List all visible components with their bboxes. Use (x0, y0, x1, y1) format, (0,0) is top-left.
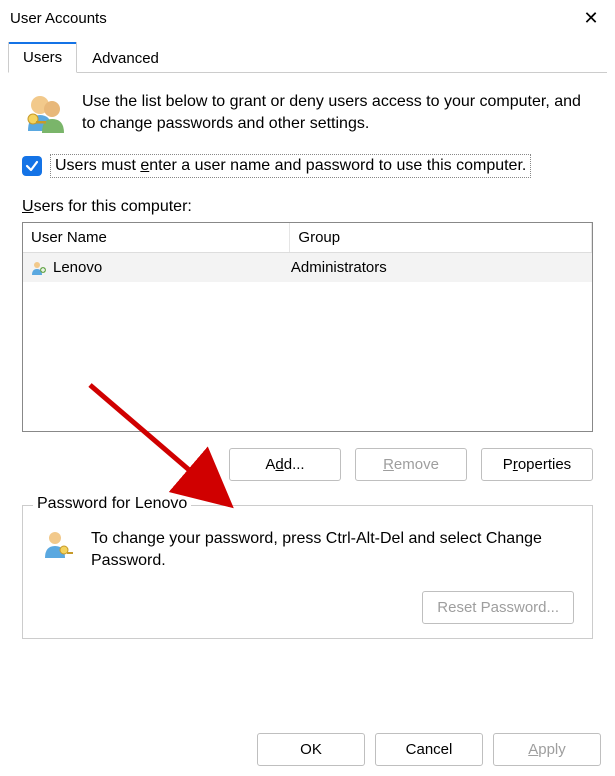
dialog-footer: OK Cancel Apply (257, 733, 601, 766)
require-login-label: Users must enter a user name and passwor… (50, 154, 531, 178)
tab-bar: Users Advanced (8, 41, 607, 73)
cancel-button[interactable]: Cancel (375, 733, 483, 766)
users-list-label: Users for this computer: (22, 198, 593, 216)
window-title: User Accounts (10, 10, 107, 27)
cell-username: Lenovo (53, 257, 291, 278)
tab-advanced[interactable]: Advanced (77, 43, 174, 73)
table-row[interactable]: Lenovo Administrators (23, 253, 592, 282)
password-groupbox: Password for Lenovo To change your passw… (22, 505, 593, 639)
tab-users[interactable]: Users (8, 42, 77, 73)
require-login-checkbox[interactable] (22, 156, 42, 176)
close-button[interactable]: ✕ (577, 8, 605, 29)
ok-button[interactable]: OK (257, 733, 365, 766)
column-username[interactable]: User Name (23, 223, 290, 252)
list-header: User Name Group (23, 223, 592, 253)
users-icon (22, 91, 68, 140)
password-instruction: To change your password, press Ctrl-Alt-… (91, 528, 574, 571)
intro-text: Use the list below to grant or deny user… (82, 91, 593, 134)
groupbox-title: Password for Lenovo (33, 495, 191, 513)
reset-password-button: Reset Password... (422, 591, 574, 624)
column-group[interactable]: Group (290, 223, 592, 252)
user-icon (31, 260, 47, 276)
add-button[interactable]: Add... (229, 448, 341, 481)
cell-group: Administrators (291, 257, 584, 278)
key-user-icon (41, 528, 75, 565)
properties-button[interactable]: Properties (481, 448, 593, 481)
apply-button: Apply (493, 733, 601, 766)
users-list[interactable]: User Name Group Lenovo Administrators (22, 222, 593, 432)
remove-button: Remove (355, 448, 467, 481)
